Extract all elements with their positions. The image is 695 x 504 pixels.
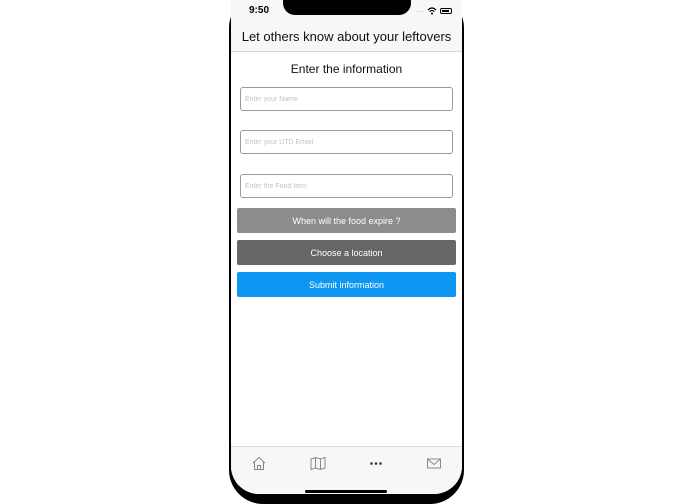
tab-map[interactable] bbox=[308, 455, 328, 471]
choose-location-button[interactable]: Choose a location bbox=[237, 240, 456, 265]
home-icon bbox=[252, 456, 266, 470]
tab-bar bbox=[231, 446, 462, 494]
name-input[interactable] bbox=[240, 87, 453, 111]
submit-button[interactable]: Submit information bbox=[237, 272, 456, 297]
form-heading: Enter the information bbox=[290, 62, 403, 76]
mail-icon bbox=[427, 458, 441, 468]
wifi-icon bbox=[427, 2, 437, 20]
battery-icon bbox=[440, 8, 452, 14]
more-icon bbox=[370, 461, 382, 465]
notch bbox=[283, 0, 411, 15]
status-bar: 9:50 .... bbox=[231, 0, 462, 22]
status-time: 9:50 bbox=[249, 5, 270, 16]
status-icons: .... bbox=[415, 5, 452, 17]
app-screen: 9:50 .... Let others know about your lef… bbox=[231, 0, 462, 494]
expiry-date-button[interactable]: When will the food expire ? bbox=[237, 208, 456, 233]
page-title: Let others know about your leftovers bbox=[241, 29, 452, 44]
tab-more[interactable] bbox=[366, 455, 386, 471]
navigation-bar: Let others know about your leftovers bbox=[231, 22, 462, 52]
signal-icon: .... bbox=[415, 8, 424, 14]
home-indicator[interactable] bbox=[305, 490, 387, 493]
email-input[interactable] bbox=[240, 130, 453, 154]
tab-home[interactable] bbox=[249, 455, 269, 471]
food-item-input[interactable] bbox=[240, 174, 453, 198]
map-icon bbox=[310, 456, 326, 470]
tab-mail[interactable] bbox=[424, 455, 444, 471]
